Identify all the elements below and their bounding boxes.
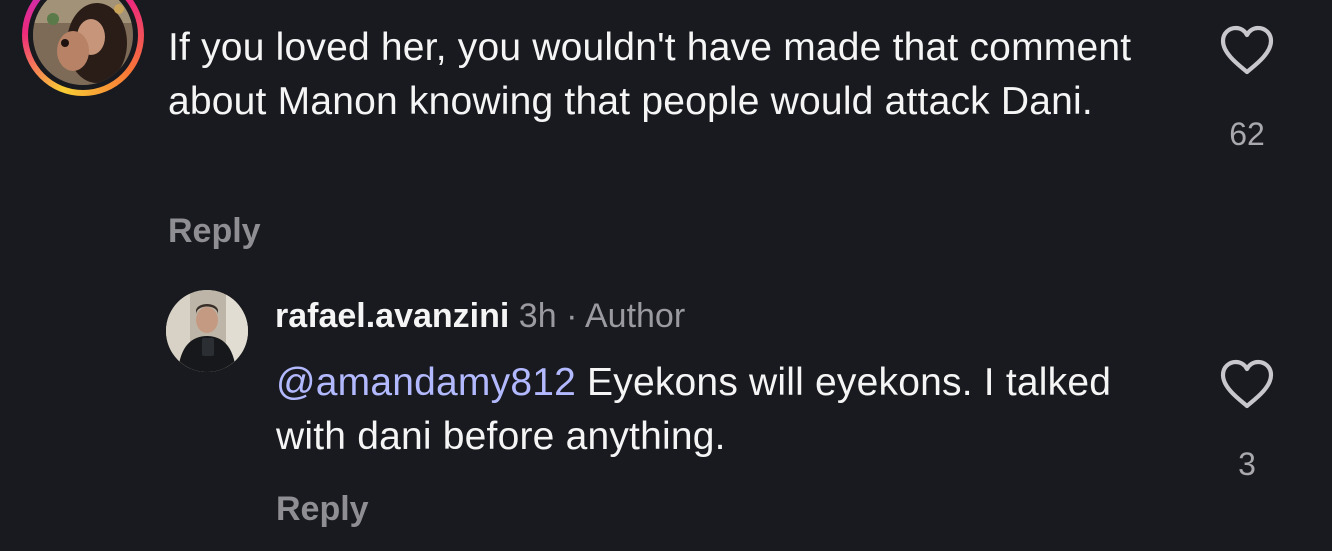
comments-screen: If you loved her, you wouldn't have made… (0, 0, 1332, 551)
reply-button[interactable]: Reply (168, 212, 261, 251)
meta-separator: · (566, 297, 578, 335)
reply-avatar[interactable] (166, 290, 248, 372)
author-badge: Author (584, 297, 686, 335)
reply-avatar-image (166, 290, 248, 372)
heart-outline-icon[interactable] (1219, 358, 1275, 410)
comment-text: If you loved her, you wouldn't have made… (168, 26, 1132, 123)
mention-link[interactable]: @amandamy812 (276, 361, 576, 404)
reply-timestamp: 3h (518, 297, 557, 335)
heart-outline-icon[interactable] (1219, 24, 1275, 76)
like-count: 62 (1229, 116, 1265, 152)
reply-comment-text: @amandamy812 Eyekons will eyekons. I tal… (276, 356, 1176, 464)
reply-username[interactable]: rafael.avanzini (275, 297, 509, 335)
reply-header: rafael.avanzini 3h · Author (275, 294, 685, 338)
reply-button[interactable]: Reply (276, 490, 369, 529)
commenter-avatar[interactable] (22, 0, 144, 96)
like-count: 3 (1238, 446, 1256, 482)
